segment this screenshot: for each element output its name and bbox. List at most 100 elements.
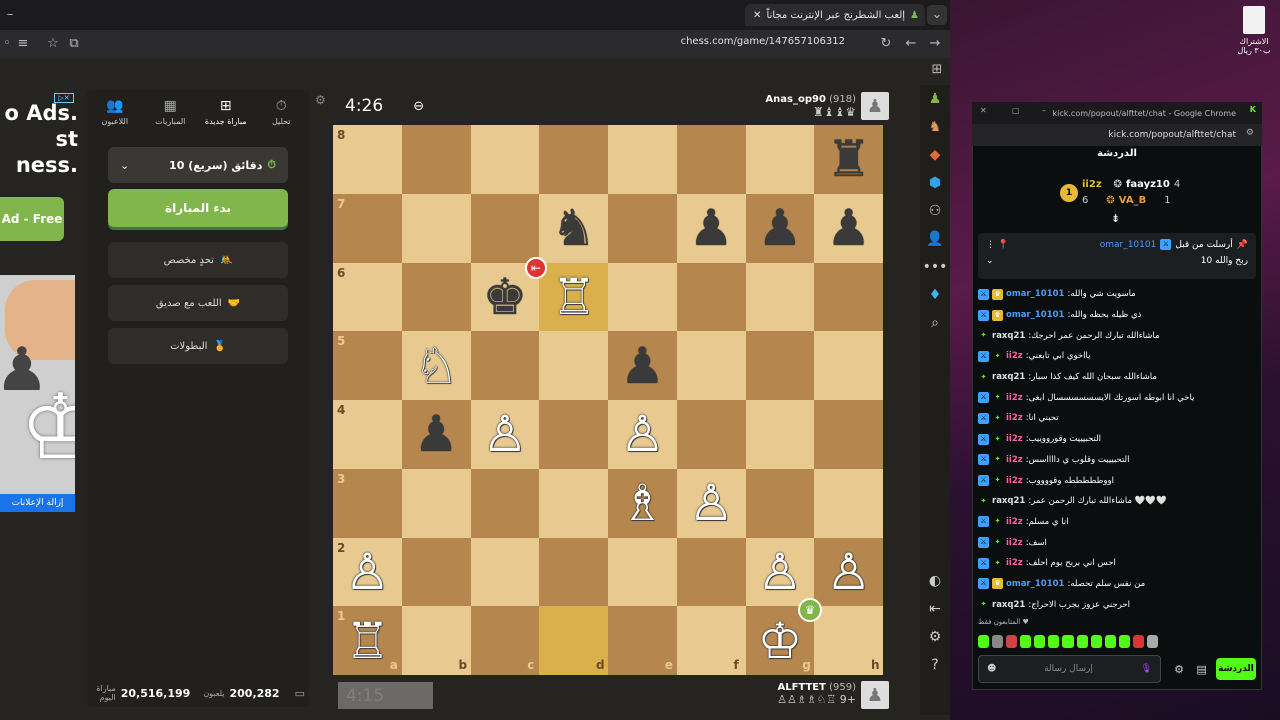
emote-icon[interactable] — [1132, 634, 1144, 648]
square-b2[interactable] — [401, 537, 471, 607]
chevron-down-icon[interactable]: ⌄ — [986, 256, 994, 266]
emote-icon[interactable] — [1048, 634, 1060, 648]
emote-icon[interactable] — [1146, 634, 1159, 648]
pin-toggle-icon[interactable]: ⇟ — [1111, 212, 1120, 225]
chat-username[interactable]: omar_10101 — [1006, 289, 1064, 299]
chat-username[interactable]: ii2z — [1006, 455, 1023, 465]
close-tab-icon[interactable]: ✕ — [753, 10, 761, 21]
square-d3[interactable] — [539, 468, 608, 538]
black-piece-h7[interactable]: ♟ — [814, 194, 883, 263]
square-f5[interactable] — [676, 331, 746, 400]
binoculars-icon[interactable]: ⚇ — [920, 197, 950, 225]
emote-icon[interactable] — [1034, 634, 1046, 648]
minimize-icon[interactable]: – — [0, 5, 20, 25]
emote-icon[interactable] — [992, 634, 1004, 648]
square-g4[interactable] — [745, 400, 815, 469]
tab-analysis[interactable]: ⏱ تحليل — [254, 90, 310, 134]
square-e6[interactable] — [608, 262, 677, 332]
reader-icon[interactable]: ≡ — [14, 34, 32, 54]
leader-name[interactable]: ii2z — [1082, 179, 1102, 190]
black-piece-f7[interactable]: ♟ — [677, 194, 746, 263]
more-icon[interactable]: ••• — [920, 253, 950, 281]
square-h4[interactable] — [814, 400, 883, 469]
custom-challenge-button[interactable]: تحدٍ مخصص 🤼 — [108, 242, 288, 278]
white-piece-e3[interactable]: ♗ — [608, 469, 677, 538]
emote-icon[interactable] — [1062, 634, 1074, 648]
emoji-icon[interactable]: ☻ — [987, 664, 996, 674]
leader-name[interactable]: VA_B — [1119, 195, 1146, 206]
square-e2[interactable] — [608, 537, 677, 607]
square-b6[interactable] — [401, 262, 471, 332]
emote-icon[interactable] — [1020, 634, 1032, 648]
square-h5[interactable] — [814, 331, 883, 400]
square-h6[interactable] — [814, 262, 883, 332]
chat-bubble-icon[interactable]: ▭ — [295, 687, 305, 700]
chat-username[interactable]: ii2z — [1006, 393, 1023, 403]
black-piece-g7[interactable]: ♟ — [746, 194, 815, 263]
desktop-file-icon[interactable]: الاشتراك ب٣٠ ريال — [1232, 6, 1276, 62]
pinned-message[interactable]: 📌 أرسلت من قبل ⚔ omar_10101 📍 ⋮ ربح والل… — [978, 233, 1256, 279]
square-f6[interactable] — [676, 262, 746, 332]
chat-username[interactable]: ii2z — [1006, 517, 1023, 527]
player-avatar[interactable]: ♟ — [861, 681, 889, 709]
square-g8[interactable] — [745, 125, 815, 194]
mic-icon[interactable]: 🎙 — [1141, 664, 1152, 674]
tab-search-icon[interactable]: ⌄ — [927, 5, 947, 25]
url-text[interactable]: chess.com/game/147657106312 — [600, 36, 845, 52]
player-name[interactable]: ALFTTET — [777, 682, 825, 693]
square-c5[interactable] — [470, 331, 540, 400]
pinned-user[interactable]: omar_10101 — [1100, 240, 1157, 250]
settings-icon[interactable]: ⚙ — [920, 623, 950, 651]
square-g3[interactable] — [745, 468, 815, 538]
square-c3[interactable] — [470, 468, 540, 538]
emote-icon[interactable] — [1090, 634, 1102, 648]
square-h3[interactable] — [814, 468, 883, 538]
white-piece-a1[interactable]: ♖ — [333, 606, 402, 675]
forward-icon[interactable]: → — [926, 34, 944, 54]
opponent-name[interactable]: Anas_op90 — [765, 94, 826, 105]
square-g5[interactable] — [745, 331, 815, 400]
collapse-icon[interactable]: ⇤ — [920, 595, 950, 623]
theme-toggle-icon[interactable]: ◐ — [920, 567, 950, 595]
close-icon[interactable]: ✕ — [980, 106, 987, 115]
chat-username[interactable]: raxq21 — [992, 496, 1025, 506]
chat-username[interactable]: ii2z — [1006, 476, 1023, 486]
black-piece-d7[interactable]: ♞ — [539, 194, 608, 263]
ad-free-button[interactable]: Ad - Free — [0, 197, 64, 241]
extension-icon[interactable]: ◦ — [0, 34, 14, 54]
square-b7[interactable] — [401, 193, 471, 263]
store-icon[interactable]: ▤ — [1196, 663, 1206, 676]
opponent-avatar[interactable]: ♟ — [861, 92, 889, 120]
white-piece-d6[interactable]: ♖ — [539, 263, 608, 332]
square-d2[interactable] — [539, 537, 608, 607]
tab-games[interactable]: ▦ المباريات — [143, 90, 199, 134]
play-friend-button[interactable]: اللعب مع صديق 🤝 — [108, 285, 288, 321]
chat-username[interactable]: omar_10101 — [1006, 579, 1064, 589]
emote-icon[interactable] — [1104, 634, 1116, 648]
share-icon[interactable]: ⧉ — [65, 34, 83, 54]
tab-chess[interactable]: ♟ إلعب الشطرنج عبر الإنترنت مجاناً ✕ — [745, 4, 925, 26]
settings-gear-icon[interactable]: ⚙ — [1174, 663, 1184, 676]
reload-icon[interactable]: ↻ — [877, 34, 895, 54]
square-d8[interactable] — [539, 125, 608, 194]
white-piece-b5[interactable]: ♘ — [402, 331, 471, 400]
black-piece-e5[interactable]: ♟ — [608, 331, 677, 400]
chess-board[interactable]: 8 7 6 5 4 3 2 1 a b c d e f g h ♜ ♞ ♟ ♟ ♟ ♚ ♖ ♘ ♟ ♟ ♙ ♙ ♗ ♙ ♙ ♙ ♙ ♖ ♔ — [333, 125, 883, 675]
diamond-icon[interactable]: ♦ — [920, 281, 950, 309]
watch-icon[interactable]: ⬢ — [920, 169, 950, 197]
square-d5[interactable] — [539, 331, 608, 400]
tab-players[interactable]: 👥 اللاعبون — [87, 90, 143, 134]
community-icon[interactable]: 👤 — [920, 225, 950, 253]
square-c7[interactable] — [470, 193, 540, 263]
chat-username[interactable]: ii2z — [1006, 558, 1023, 568]
emote-icon[interactable] — [978, 634, 990, 648]
chat-username[interactable]: ii2z — [1006, 351, 1023, 361]
white-piece-h2[interactable]: ♙ — [814, 538, 883, 607]
time-control-select[interactable]: ⌄ 10 دقائق (سريع) ⏱ — [108, 147, 288, 183]
emote-icon[interactable] — [1076, 634, 1088, 648]
chat-username[interactable]: ii2z — [1006, 413, 1023, 423]
minimize-icon[interactable]: – — [1042, 106, 1046, 115]
square-f2[interactable] — [676, 537, 746, 607]
square-c8[interactable] — [470, 125, 540, 194]
white-piece-g2[interactable]: ♙ — [746, 538, 815, 607]
